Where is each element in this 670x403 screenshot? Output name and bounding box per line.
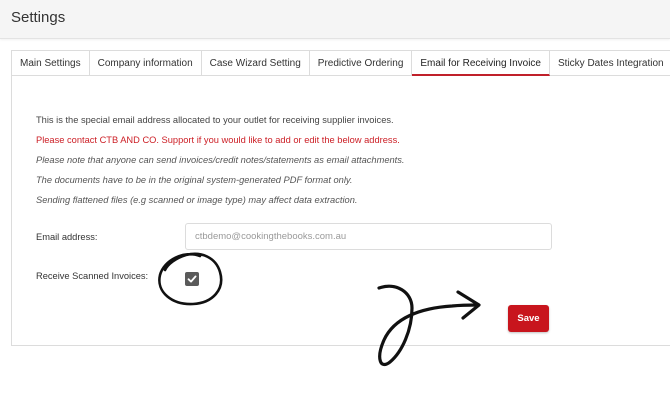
tab-email-receiving-invoice[interactable]: Email for Receiving Invoice [412, 50, 550, 76]
info-text: This is the special email address alloca… [36, 115, 394, 125]
tab-main-settings[interactable]: Main Settings [11, 50, 90, 76]
tab-sticky-dates-integration[interactable]: Sticky Dates Integration [550, 50, 670, 76]
tab-company-information[interactable]: Company information [89, 50, 202, 76]
tab-predictive-ordering[interactable]: Predictive Ordering [309, 50, 413, 76]
tab-case-wizard-setting[interactable]: Case Wizard Setting [201, 50, 310, 76]
note-flattened-files: Sending flattened files (e.g scanned or … [36, 195, 358, 205]
save-button[interactable]: Save [508, 305, 549, 332]
receive-scanned-checkbox[interactable] [185, 272, 199, 286]
email-address-field[interactable] [185, 223, 552, 250]
page-title: Settings [11, 9, 66, 26]
page-header: Settings [0, 0, 670, 39]
settings-tabs: Main Settings Company information Case W… [11, 50, 670, 77]
support-notice: Please contact CTB AND CO. Support if yo… [36, 135, 400, 145]
receive-scanned-label: Receive Scanned Invoices: [36, 271, 149, 281]
email-address-label: Email address: [36, 232, 98, 242]
note-anyone-can-send: Please note that anyone can send invoice… [36, 155, 405, 165]
check-icon [187, 275, 197, 283]
note-pdf-format: The documents have to be in the original… [36, 175, 353, 185]
